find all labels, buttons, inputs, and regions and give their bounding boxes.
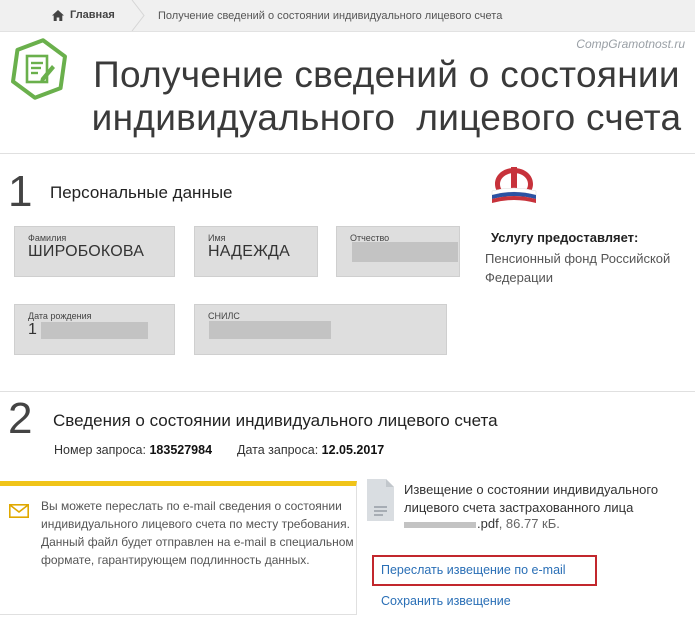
birth-date-field[interactable]: Дата рождения 1 bbox=[14, 304, 175, 355]
request-number-label: Номер запроса: bbox=[54, 443, 146, 457]
home-icon bbox=[52, 9, 64, 21]
breadcrumb-home-link[interactable]: Главная bbox=[52, 9, 115, 21]
pfr-logo bbox=[491, 167, 537, 203]
file-size: , 86.77 кБ. bbox=[498, 516, 560, 531]
info-text: Вы можете переслать по e-mail сведения о… bbox=[41, 499, 354, 567]
patronymic-field[interactable]: Отчество bbox=[336, 226, 460, 277]
last-name-field[interactable]: Фамилия ШИРОБОКОВА bbox=[14, 226, 175, 277]
step-2-title: Сведения о состоянии индивидуального лиц… bbox=[53, 411, 498, 430]
snils-redacted bbox=[209, 321, 331, 339]
request-date-label: Дата запроса: bbox=[237, 443, 319, 457]
request-date: Дата запроса: 12.05.2017 bbox=[237, 443, 384, 457]
breadcrumb-home-label: Главная bbox=[70, 9, 115, 21]
file-name-redacted bbox=[404, 521, 476, 528]
envelope-icon bbox=[9, 504, 29, 518]
step-2-number: 2 bbox=[8, 394, 33, 443]
snils-label: СНИЛС bbox=[208, 311, 240, 321]
provider-label: Услугу предоставляет: bbox=[491, 230, 639, 245]
file-meta: .pdf, 86.77 кБ. bbox=[404, 516, 560, 531]
document-icon bbox=[367, 479, 394, 521]
first-name-value: НАДЕЖДА bbox=[208, 243, 290, 260]
first-name-field[interactable]: Имя НАДЕЖДА bbox=[194, 226, 318, 277]
breadcrumb-separator-icon bbox=[131, 0, 145, 31]
save-notice-link[interactable]: Сохранить извещение bbox=[381, 594, 511, 608]
patronymic-redacted bbox=[352, 242, 458, 262]
watermark: CompGramotnost.ru bbox=[576, 37, 685, 51]
snils-field[interactable]: СНИЛС bbox=[194, 304, 447, 355]
last-name-value: ШИРОБОКОВА bbox=[28, 243, 145, 260]
step-1-title: Персональные данные bbox=[50, 183, 233, 202]
birth-date-value: 1 bbox=[28, 321, 38, 338]
request-number-value: 183527984 bbox=[149, 443, 213, 457]
request-date-value: 12.05.2017 bbox=[321, 443, 385, 457]
birth-date-label: Дата рождения bbox=[28, 311, 92, 321]
file-title: Извещение о состоянии индивидуального ли… bbox=[404, 482, 659, 515]
request-number: Номер запроса: 183527984 bbox=[54, 443, 212, 457]
page-title: Получение сведений о состоянии индивидуа… bbox=[84, 53, 689, 139]
last-name-label: Фамилия bbox=[28, 233, 67, 243]
forward-by-email-link[interactable]: Переслать извещение по e-mail bbox=[381, 563, 566, 577]
page-title-line-2: индивидуального лицевого счета bbox=[91, 97, 682, 138]
file-extension: .pdf bbox=[477, 516, 499, 531]
document-edit-icon bbox=[11, 38, 67, 100]
birth-date-redacted bbox=[41, 322, 148, 339]
breadcrumb-current: Получение сведений о состоянии индивидуа… bbox=[158, 10, 503, 22]
divider bbox=[0, 153, 695, 154]
provider-name: Пенсионный фонд Российской Федерации bbox=[485, 251, 671, 285]
page-title-line-1: Получение сведений о состоянии bbox=[93, 54, 680, 95]
first-name-label: Имя bbox=[208, 233, 226, 243]
step-1-number: 1 bbox=[8, 167, 33, 216]
divider bbox=[0, 391, 695, 392]
